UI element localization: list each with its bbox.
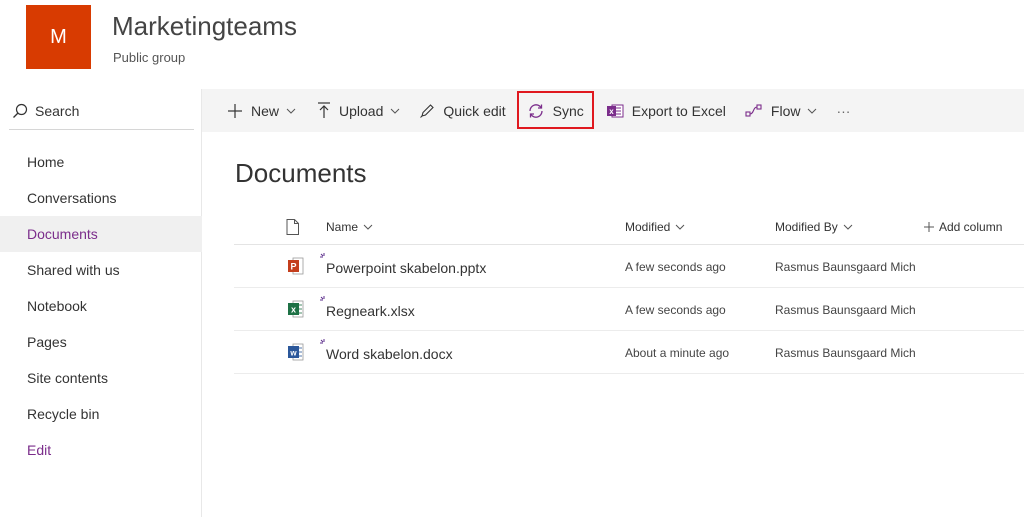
nav-list: Home Conversations Documents Shared with… bbox=[0, 144, 202, 468]
docx-icon: w bbox=[288, 343, 304, 361]
modified-column-header[interactable]: Modified bbox=[625, 208, 685, 245]
new-label: New bbox=[251, 102, 280, 119]
site-header: M Marketingteams Public group bbox=[0, 0, 1024, 89]
list-header: Name Modified Modified By Add column bbox=[234, 208, 1024, 245]
document-icon bbox=[286, 218, 299, 235]
xlsx-icon: x bbox=[288, 300, 304, 318]
sync-icon bbox=[528, 103, 543, 118]
svg-text:w: w bbox=[289, 349, 297, 358]
sync-button[interactable]: Sync bbox=[513, 89, 591, 132]
table-row[interactable]: w Word skabelon.docx About a minute ago … bbox=[234, 331, 1024, 374]
pencil-icon bbox=[420, 103, 435, 118]
upload-icon bbox=[318, 102, 331, 118]
export-label: Export to Excel bbox=[631, 102, 726, 119]
nav-item-recycle-bin[interactable]: Recycle bin bbox=[0, 396, 202, 432]
site-logo-letter: M bbox=[50, 25, 67, 48]
nav-item-home[interactable]: Home bbox=[0, 144, 202, 180]
chevron-down-icon bbox=[286, 108, 296, 114]
table-row[interactable]: x Regneark.xlsx A few seconds ago Rasmus… bbox=[234, 288, 1024, 331]
more-actions-button[interactable]: ··· bbox=[824, 89, 857, 132]
upload-label: Upload bbox=[339, 102, 384, 119]
left-nav: Search Home Conversations Documents Shar… bbox=[0, 89, 202, 517]
file-name-link[interactable]: Powerpoint skabelon.pptx bbox=[326, 246, 486, 289]
modified-cell: A few seconds ago bbox=[625, 302, 726, 317]
search-box[interactable]: Search bbox=[9, 93, 194, 130]
nav-item-pages[interactable]: Pages bbox=[0, 324, 202, 360]
chevron-down-icon bbox=[808, 108, 817, 114]
nav-item-documents[interactable]: Documents bbox=[0, 216, 202, 252]
modified-column-label: Modified bbox=[625, 219, 671, 234]
plus-icon bbox=[228, 103, 242, 118]
name-column-header[interactable]: Name bbox=[326, 208, 373, 245]
modified-by-column-header[interactable]: Modified By bbox=[775, 208, 853, 245]
svg-text:x: x bbox=[291, 305, 296, 315]
pptx-icon: P bbox=[288, 257, 304, 275]
modified-by-column-label: Modified By bbox=[775, 219, 838, 234]
search-label: Search bbox=[35, 103, 80, 119]
flow-button[interactable]: Flow bbox=[733, 89, 825, 132]
chevron-down-icon bbox=[843, 224, 853, 230]
file-name-link[interactable]: Word skabelon.docx bbox=[326, 332, 453, 375]
chevron-down-icon bbox=[391, 108, 400, 114]
site-logo[interactable]: M bbox=[26, 5, 91, 69]
svg-text:x: x bbox=[609, 107, 614, 116]
site-title[interactable]: Marketingteams bbox=[112, 11, 297, 42]
new-button[interactable]: New bbox=[202, 89, 303, 132]
chevron-down-icon bbox=[363, 224, 373, 230]
quick-edit-button[interactable]: Quick edit bbox=[407, 89, 512, 132]
name-column-label: Name bbox=[326, 219, 359, 234]
modified-cell: About a minute ago bbox=[625, 345, 730, 360]
command-bar: New Upload Quick edit Sync x Export to E… bbox=[202, 89, 1024, 132]
add-column-label: Add column bbox=[939, 219, 1003, 234]
flow-label: Flow bbox=[770, 102, 801, 119]
nav-edit-link[interactable]: Edit bbox=[0, 432, 202, 468]
modified-by-cell[interactable]: Rasmus Baunsgaard Miche bbox=[775, 245, 915, 288]
export-to-excel-button[interactable]: x Export to Excel bbox=[591, 89, 733, 132]
table-row[interactable]: P Powerpoint skabelon.pptx A few seconds… bbox=[234, 245, 1024, 288]
library-title: Documents bbox=[235, 158, 367, 188]
modified-by-cell[interactable]: Rasmus Baunsgaard Miche bbox=[775, 288, 915, 331]
nav-item-conversations[interactable]: Conversations bbox=[0, 180, 202, 216]
file-type-column-header[interactable] bbox=[286, 208, 299, 245]
nav-item-shared-with-us[interactable]: Shared with us bbox=[0, 252, 202, 288]
modified-cell: A few seconds ago bbox=[625, 259, 726, 274]
sync-label: Sync bbox=[552, 102, 584, 119]
chevron-down-icon bbox=[676, 224, 685, 230]
modified-by-cell[interactable]: Rasmus Baunsgaard Miche bbox=[775, 331, 915, 374]
plus-icon bbox=[924, 221, 934, 232]
search-icon bbox=[13, 103, 28, 118]
site-subtitle: Public group bbox=[113, 50, 186, 65]
nav-item-notebook[interactable]: Notebook bbox=[0, 288, 202, 324]
quick-edit-label: Quick edit bbox=[443, 102, 506, 119]
nav-item-site-contents[interactable]: Site contents bbox=[0, 360, 202, 396]
add-column-button[interactable]: Add column bbox=[924, 208, 1002, 245]
upload-button[interactable]: Upload bbox=[303, 89, 407, 132]
svg-text:P: P bbox=[290, 262, 296, 272]
file-name-link[interactable]: Regneark.xlsx bbox=[326, 289, 415, 332]
excel-icon: x bbox=[606, 104, 624, 117]
flow-icon bbox=[745, 103, 762, 117]
